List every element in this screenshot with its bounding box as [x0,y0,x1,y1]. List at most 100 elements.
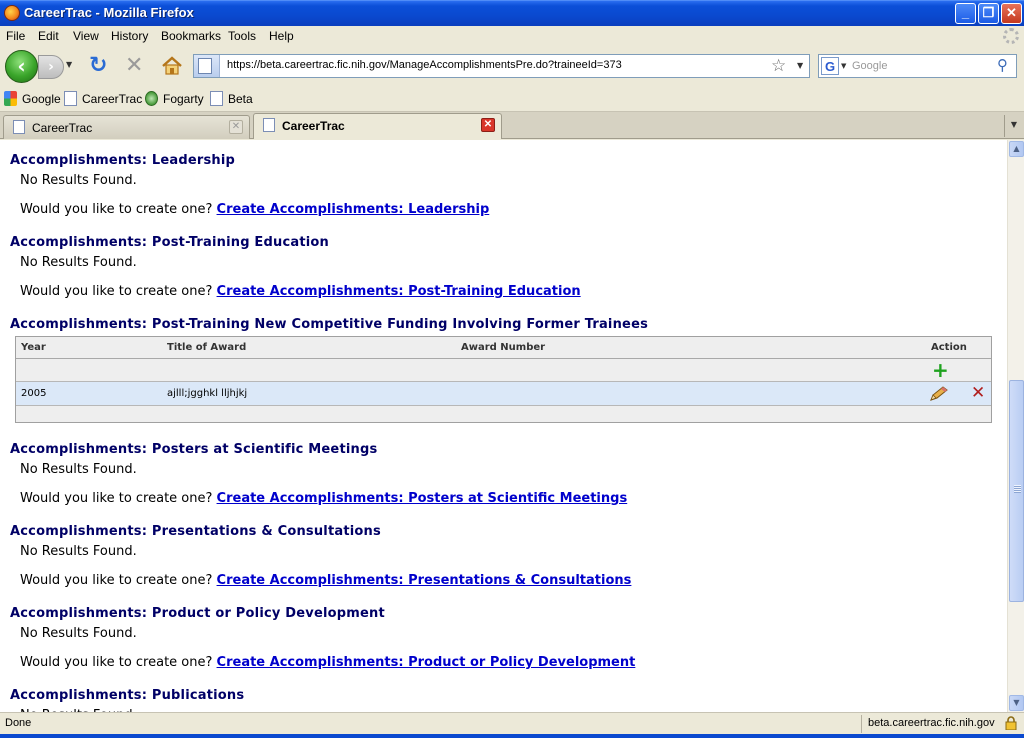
page-icon [263,118,275,132]
add-icon[interactable]: + [932,360,949,380]
create-prompt: Would you like to create one? Create Acc… [20,655,635,670]
prompt-text: Would you like to create one? [20,284,213,299]
menu-view[interactable]: View [73,29,99,43]
window-title-bar[interactable]: CareerTrac - Mozilla Firefox _ ❐ ✕ [0,0,1024,26]
column-header-action: Action [931,342,967,353]
delete-icon[interactable]: ✕ [971,384,985,402]
search-input[interactable]: Google [852,60,887,72]
tab-close-icon[interactable]: ✕ [229,120,243,134]
menu-bar: File Edit View History Bookmarks Tools H… [0,26,1024,46]
maximize-button[interactable]: ❐ [978,3,999,24]
prompt-text: Would you like to create one? [20,202,213,217]
menu-history[interactable]: History [111,29,148,43]
tab-label: CareerTrac [282,119,345,133]
menu-tools[interactable]: Tools [228,29,256,43]
page-icon [210,91,223,106]
search-engine-google-icon[interactable]: G [821,57,839,75]
site-identity-button[interactable] [194,55,220,77]
home-icon[interactable] [161,55,183,77]
bookmark-label: CareerTrac [82,92,143,106]
create-presentations-link[interactable]: Create Accomplishments: Presentations & … [217,573,632,588]
search-engine-dropdown-icon[interactable]: ▼ [841,62,846,70]
tab-strip: CareerTrac ✕ CareerTrac ✕ ▼ [0,112,1024,139]
status-host[interactable]: beta.careertrac.fic.nih.gov [868,717,995,729]
column-header-title-of-award: Title of Award [167,342,247,353]
menu-help[interactable]: Help [269,29,294,43]
status-bar: Done beta.careertrac.fic.nih.gov [0,712,1024,734]
bookmark-star-icon[interactable]: ☆ [771,56,786,76]
bookmark-google[interactable]: Google [4,91,61,106]
activity-throbber-icon [1003,28,1019,44]
funding-table: Year Title of Award Award Number Action … [15,336,992,423]
tab-list-dropdown-icon[interactable]: ▼ [1004,115,1023,137]
window-bottom-border [0,734,1024,738]
history-dropdown-icon[interactable]: ▼ [66,60,72,69]
cell-year: 2005 [21,388,47,399]
fogarty-globe-icon [145,91,158,106]
scroll-down-icon[interactable]: ▼ [1009,695,1024,711]
create-product-policy-link[interactable]: Create Accomplishments: Product or Polic… [217,655,636,670]
tab-careertrac-1[interactable]: CareerTrac ✕ [3,115,250,139]
stop-icon[interactable]: ✕ [125,55,143,77]
bookmark-careertrac[interactable]: CareerTrac [64,91,142,106]
address-bar[interactable]: https://beta.careertrac.fic.nih.gov/Mana… [193,54,810,78]
bookmark-label: Beta [228,92,253,106]
url-text[interactable]: https://beta.careertrac.fic.nih.gov/Mana… [227,59,622,71]
search-bar[interactable]: G ▼ Google ⚲ [818,54,1017,78]
tab-close-icon[interactable]: ✕ [481,118,495,132]
status-text: Done [5,717,32,729]
lock-icon[interactable] [1005,716,1017,730]
vertical-scrollbar[interactable]: ▲ ▼ [1007,140,1024,712]
close-window-button[interactable]: ✕ [1001,3,1022,24]
table-footer [16,406,991,422]
no-results-text: No Results Found. [20,462,137,477]
create-posters-link[interactable]: Create Accomplishments: Posters at Scien… [217,491,628,506]
edit-pencil-icon[interactable] [928,385,950,403]
bookmark-beta[interactable]: Beta [210,91,253,106]
no-results-text: No Results Found. [20,255,137,270]
search-magnifier-icon[interactable]: ⚲ [997,56,1008,74]
column-header-year: Year [21,342,46,353]
menu-edit[interactable]: Edit [38,29,59,43]
bookmarks-toolbar: Google CareerTrac Fogarty Beta [0,86,1024,112]
no-results-text: No Results Found. [20,173,137,188]
reload-icon[interactable]: ↻ [89,55,107,77]
forward-button[interactable]: › [38,55,64,79]
url-dropdown-icon[interactable]: ▼ [797,61,803,70]
menu-file[interactable]: File [6,29,25,43]
status-separator [861,715,862,733]
scrollbar-grip-icon [1014,485,1021,493]
no-results-text: No Results Found. [20,626,137,641]
table-header: Year Title of Award Award Number Action [16,337,991,359]
prompt-text: Would you like to create one? [20,491,213,506]
table-row[interactable]: 2005 ajlll;jgghkl lljhjkj ✕ [16,382,991,406]
prompt-text: Would you like to create one? [20,655,213,670]
page-icon [64,91,77,106]
minimize-button[interactable]: _ [955,3,976,24]
firefox-icon [4,5,20,21]
create-leadership-link[interactable]: Create Accomplishments: Leadership [217,202,490,217]
create-prompt: Would you like to create one? Create Acc… [20,491,627,506]
bookmark-fogarty[interactable]: Fogarty [145,91,204,106]
page-favicon-icon [198,58,212,74]
scrollbar-thumb[interactable] [1009,380,1024,602]
create-prompt: Would you like to create one? Create Acc… [20,202,489,217]
add-row: + [16,359,991,382]
no-results-text: No Results Found. [20,544,137,559]
page-content: Accomplishments: Leadership No Results F… [0,140,1007,712]
create-post-training-education-link[interactable]: Create Accomplishments: Post-Training Ed… [217,284,581,299]
section-title-competitive-funding: Accomplishments: Post-Training New Compe… [10,317,649,332]
tab-label: CareerTrac [32,121,93,135]
create-prompt: Would you like to create one? Create Acc… [20,573,631,588]
column-header-award-number: Award Number [461,342,546,353]
prompt-text: Would you like to create one? [20,573,213,588]
section-title-leadership: Accomplishments: Leadership [10,153,236,168]
menu-bookmarks[interactable]: Bookmarks [161,29,221,43]
bookmark-label: Google [22,92,61,106]
back-button[interactable]: ‹ [5,50,38,83]
tab-careertrac-2[interactable]: CareerTrac ✕ [253,113,502,139]
section-title-product-policy: Accomplishments: Product or Policy Devel… [10,606,385,621]
scroll-up-icon[interactable]: ▲ [1009,141,1024,157]
section-title-presentations: Accomplishments: Presentations & Consult… [10,524,381,539]
navigation-toolbar: ‹ › ▼ ↻ ✕ https://beta.careertrac.fic.ni… [0,46,1024,86]
